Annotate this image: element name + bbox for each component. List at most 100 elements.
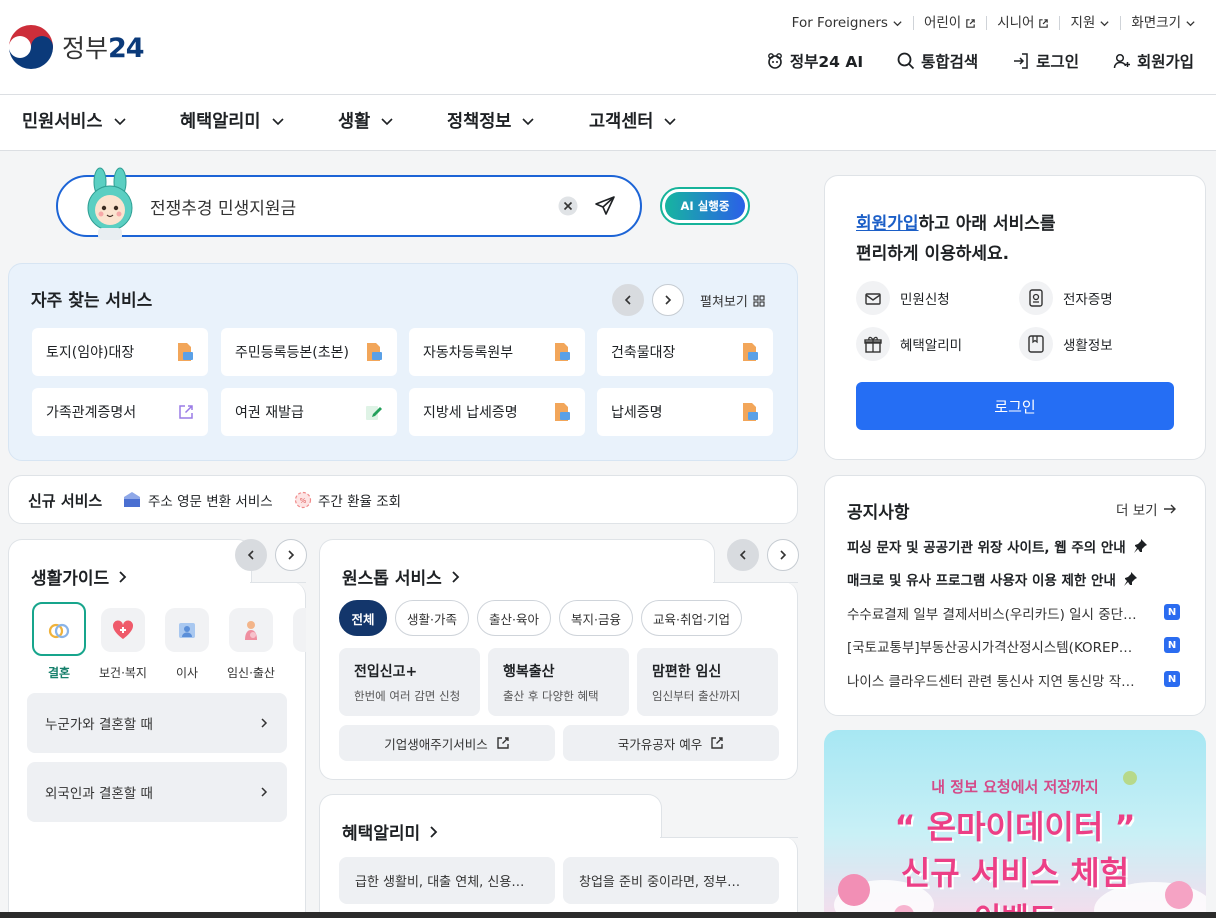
clear-icon <box>558 196 578 216</box>
category-marriage[interactable] <box>32 602 86 656</box>
service-passport-reissue[interactable]: 여권 재발급 <box>221 388 397 436</box>
edit-icon <box>365 403 383 421</box>
banner-line: 신규 서비스 체험 <box>900 854 1130 892</box>
onestop-happy-birth[interactable]: 행복출산 출산 후 다양한 혜택 <box>488 648 629 716</box>
new-badge: N <box>1164 637 1180 653</box>
promo-banner[interactable]: 내 정보 요청에서 저장까지 “ 온마이데이터 ” 신규 서비스 체험 이벤트 <box>824 730 1206 918</box>
gnb-benefit-alert[interactable]: 혜택알리미 <box>180 108 285 133</box>
unified-search-link[interactable]: 통합검색 <box>897 50 978 72</box>
service-local-tax-cert[interactable]: 지방세 납세증명 <box>409 388 585 436</box>
service-tax-cert[interactable]: 납세증명 <box>597 388 773 436</box>
chevron-right-icon <box>777 549 789 561</box>
guide-link-foreign-marriage[interactable]: 외국인과 결혼할 때 <box>27 762 287 822</box>
gnb-civil-service[interactable]: 민원서비스 <box>22 108 127 133</box>
rings-icon <box>47 619 71 639</box>
category-health-welfare[interactable] <box>101 608 145 652</box>
banner-line: 내 정보 요청에서 저장까지 <box>931 778 1099 796</box>
pinned-notice[interactable]: 매크로 및 유사 프로그램 사용자 이용 제한 안내 <box>847 569 1138 589</box>
utility-support[interactable]: 지원 <box>1059 16 1120 30</box>
utility-kids[interactable]: 어린이 <box>912 16 986 30</box>
link-veterans[interactable]: 국가유공자 예우 <box>563 725 779 761</box>
chevron-right-icon <box>285 549 297 561</box>
prev-button[interactable] <box>612 284 644 316</box>
gift-icon <box>856 327 890 361</box>
chevron-right-icon <box>259 786 269 798</box>
expand-view-button[interactable]: 펼쳐보기 <box>700 291 765 310</box>
login-link[interactable]: 로그인 <box>1012 50 1079 72</box>
clear-search-button[interactable] <box>558 196 578 216</box>
benefit-item[interactable]: 창업을 준비 중이라면, 정부… <box>563 857 779 904</box>
benefit-item[interactable]: 급한 생활비, 대출 연체, 신용… <box>339 857 555 904</box>
category-label: 이사 <box>175 666 199 680</box>
category-pregnancy[interactable] <box>229 608 273 652</box>
global-navigation: 민원서비스 혜택알리미 생활 정책정보 고객센터 <box>0 94 1216 151</box>
utility-senior[interactable]: 시니어 <box>986 16 1059 30</box>
chevron-down-icon <box>271 114 285 128</box>
document-icon <box>176 342 194 362</box>
chip-welfare-finance[interactable]: 복지·금융 <box>559 600 633 636</box>
window-bottom-edge <box>0 912 1216 918</box>
guide-link-marriage[interactable]: 누군가와 결혼할 때 <box>27 693 287 753</box>
tab-divider <box>660 837 798 838</box>
service-family-cert[interactable]: 가족관계증명서 <box>32 388 208 436</box>
document-icon <box>553 342 571 362</box>
signup-link[interactable]: 회원가입 <box>1113 50 1194 72</box>
chevron-down-icon <box>521 114 535 128</box>
site-logo[interactable]: 정부 24 <box>8 24 145 70</box>
category-label: 임신·출산 <box>227 666 275 680</box>
chip-all[interactable]: 전체 <box>339 600 387 636</box>
gnb-policy-info[interactable]: 정책정보 <box>447 108 535 133</box>
notice-more-link[interactable]: 더 보기 <box>1116 499 1177 519</box>
chevron-down-icon <box>892 18 903 29</box>
chip-edu-job-biz[interactable]: 교육·취업·기업 <box>641 600 742 636</box>
life-prev-button[interactable] <box>235 539 267 571</box>
login-button[interactable]: 로그인 <box>856 382 1174 430</box>
service-vehicle-register[interactable]: 자동차등록원부 <box>409 328 585 376</box>
service-building-register[interactable]: 건축물대장 <box>597 328 773 376</box>
send-icon <box>594 195 616 217</box>
onestop-prev-button[interactable] <box>727 539 759 571</box>
next-button[interactable] <box>652 284 684 316</box>
onestop-title[interactable]: 원스톱 서비스 <box>342 564 462 589</box>
chevron-down-icon <box>1099 18 1110 29</box>
service-resident-register[interactable]: 주민등록등본(초본) <box>221 328 397 376</box>
chip-life-family[interactable]: 생활·가족 <box>395 600 469 636</box>
external-link-icon <box>710 736 724 750</box>
moving-icon <box>177 620 197 640</box>
search-submit-button[interactable] <box>594 195 616 217</box>
new-service-exchange-rate[interactable]: % 주간 환율 조회 <box>294 490 401 510</box>
logo-text: 정부 <box>62 34 109 63</box>
benefit-title[interactable]: 혜택알리미 <box>342 819 440 844</box>
ai-icon <box>766 52 784 70</box>
pinned-notice[interactable]: 피싱 문자 및 공공기관 위장 사이트, 웹 주의 안내 <box>847 536 1148 556</box>
chevron-right-icon <box>259 717 269 729</box>
link-business-lifecycle[interactable]: 기업생애주기서비스 <box>339 725 555 761</box>
new-service-address-english[interactable]: 주소 영문 변환 서비스 <box>122 490 273 510</box>
chip-birth-childcare[interactable]: 출산·육아 <box>477 600 551 636</box>
utility-menu: For Foreigners 어린이 시니어 지원 화면크기 <box>782 16 1196 30</box>
onestop-move-in[interactable]: 전입신고+ 한번에 여러 감면 신청 <box>339 648 480 716</box>
notice-item[interactable]: [국토교통부]부동산공시가격산정시스템(KOREP… <box>847 636 1147 656</box>
taegeuk-logo-icon <box>9 25 53 69</box>
gnb-customer-center[interactable]: 고객센터 <box>589 108 677 133</box>
chevron-left-icon <box>245 549 257 561</box>
notice-item[interactable]: 나이스 클라우드센터 관련 통신사 지연 통신망 작… <box>847 670 1147 690</box>
category-moving[interactable] <box>165 608 209 652</box>
notice-item[interactable]: 수수료결제 일부 결제서비스(우리카드) 일시 중단… <box>847 603 1147 623</box>
login-icon <box>1012 52 1030 70</box>
service-land-register[interactable]: 토지(임야)대장 <box>32 328 208 376</box>
gov24-ai-link[interactable]: 정부24 AI <box>766 50 863 72</box>
signup-inline-link[interactable]: 회원가입 <box>856 214 919 234</box>
onestop-next-button[interactable] <box>767 539 799 571</box>
chevron-down-icon <box>663 114 677 128</box>
ai-running-button[interactable]: AI 실행중 <box>660 187 750 225</box>
gnb-life[interactable]: 생활 <box>338 108 394 133</box>
life-next-button[interactable] <box>275 539 307 571</box>
utility-font-size[interactable]: 화면크기 <box>1120 16 1196 30</box>
life-guide-title[interactable]: 생활가이드 <box>31 564 129 589</box>
search-input[interactable]: 전쟁추경 민생지원금 <box>150 194 296 219</box>
onestop-pregnancy[interactable]: 맘편한 임신 임신부터 출산까지 <box>637 648 778 716</box>
external-link-icon <box>1038 18 1049 29</box>
pin-icon <box>1122 571 1138 587</box>
utility-foreigners[interactable]: For Foreigners <box>782 16 913 30</box>
